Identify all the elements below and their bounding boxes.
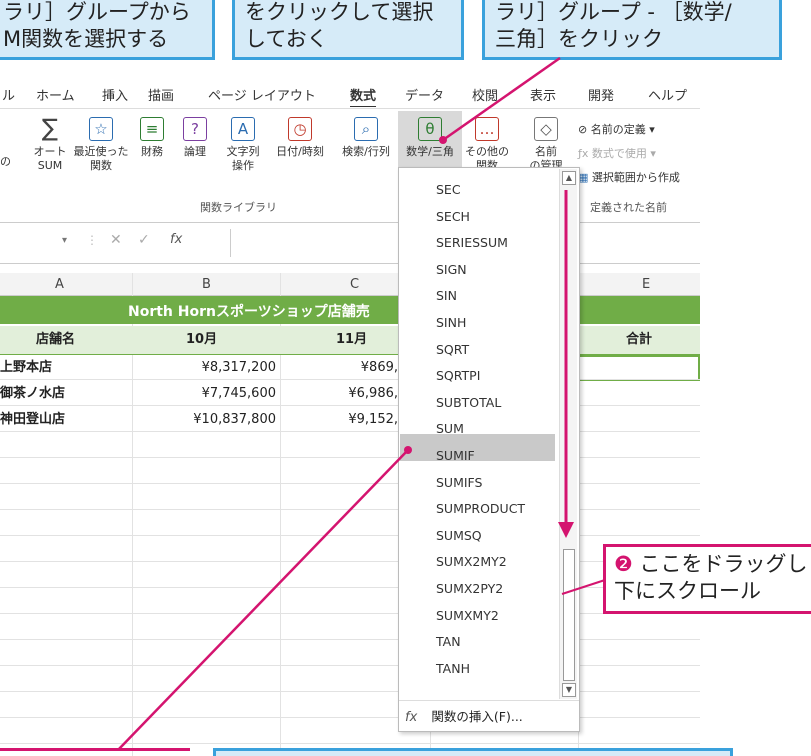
- bottom-callout-blue-edge: [213, 748, 733, 756]
- arrow-head-icon: [558, 522, 574, 538]
- arrow-to-math-button: [442, 56, 561, 142]
- callout-drag-scroll: ❷ ここをドラッグし 下にスクロール: [603, 544, 811, 614]
- step2-leader: [561, 579, 606, 595]
- arrow-to-sum-item: [117, 449, 409, 751]
- annotation-overlay: [117, 56, 606, 751]
- bottom-callout-pink-edge: [0, 748, 190, 751]
- step2-number: ❷: [614, 552, 633, 576]
